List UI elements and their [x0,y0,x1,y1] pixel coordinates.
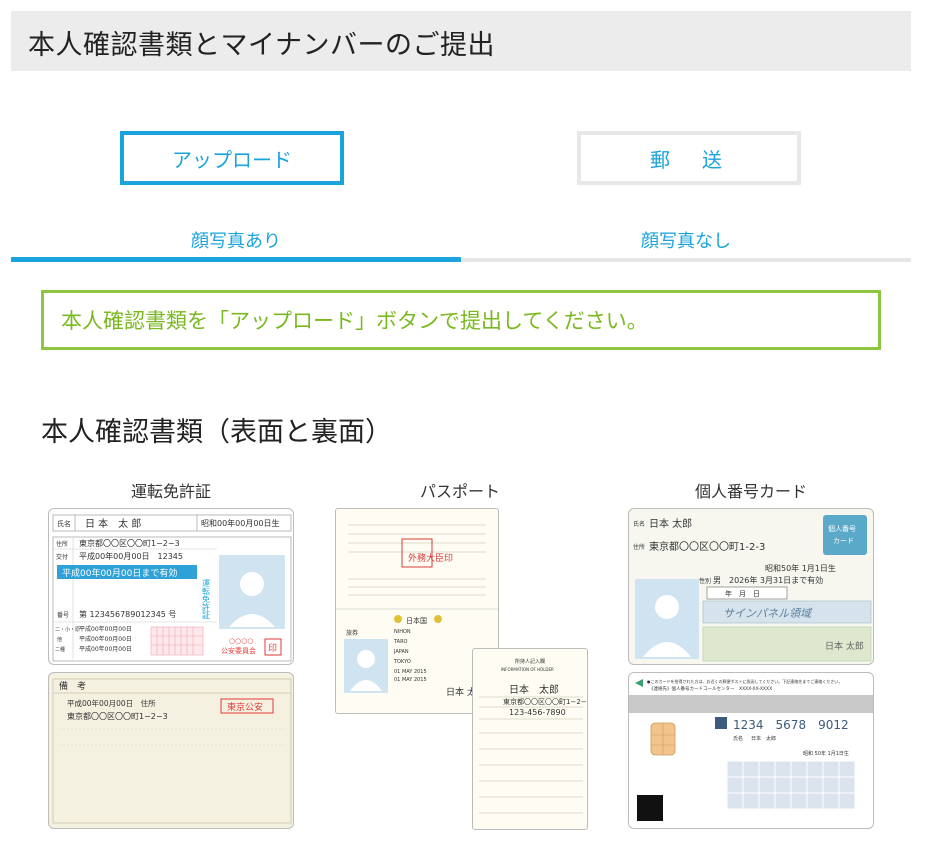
section-title: 本人確認書類（表面と裏面） [41,417,392,448]
mynumber-address-label: 住所 [633,543,645,551]
mynumber-birth: 昭和50年 1月1日生 [765,563,836,573]
mynumber-front-illustration: 氏名 日本 太郎 住所 東京都〇〇区〇〇町1-2-3 個人番号 カード 昭和50… [633,515,872,662]
upload-mode-button[interactable]: アップロード [120,131,344,185]
mynumber-number: 1234 5678 9012 [733,718,849,732]
license-address-label: 住所 [56,540,68,548]
passport-field4: TOKYO [393,659,411,665]
passport-field2: NIHON [394,629,411,635]
license-back-line2: 東京都〇〇区〇〇町1−2−3 [67,711,168,721]
license-address: 東京都〇〇区〇〇町1−2−3 [79,538,180,548]
license-name-label: 氏名 [57,519,71,528]
upload-notice: 本人確認書類を「アップロード」ボタンで提出してください。 [41,290,881,350]
page-header: 本人確認書類とマイナンバーのご提出 [11,11,911,71]
mynumber-sex-label: 性別 [699,577,711,585]
license-birth: 昭和00年00月00日生 [201,518,280,528]
license-commission: 公安委員会 [221,646,256,655]
doc-label-passport: パスポート [419,482,500,501]
mynumber-back-notice2: 《連絡先》個人番号カードコールセンター XXXX-XX-XXXX [649,685,772,692]
license-front-illustration: 氏名 日 本 太 郎 昭和00年00月00日生 住所 東京都〇〇区〇〇町1−2−… [52,514,292,662]
passport-info-illustration: 所持人記入欄 INFORMATION OF HOLDER 日本 太郎 東京都〇〇… [479,658,588,814]
mynumber-badge-line1: 個人番号 [828,524,856,533]
license-back-card: 備 考 平成00年00月00日 住所 東京都〇〇区〇〇町1−2−3 東京公安 [48,672,294,829]
license-row1-label: 二・小・原 [55,626,80,633]
license-row2-date: 平成00年00月00日 [79,635,132,643]
mail-mode-button[interactable]: 郵 送 [577,131,801,185]
passport-page-name: 日本 太郎 [509,683,559,696]
mynumber-back-notice1: ●このカードを拾得された方は、お近くの郵便ポストに投函してください。下記連絡先ま… [647,678,842,684]
license-row1-date: 平成00年00月00日 [79,625,132,633]
passport-nation: 日本国 [406,616,427,625]
license-back-stamp: 東京公安 [227,701,263,713]
passport-stamp: 外務大臣印 [408,552,453,564]
mynumber-back-name: 日本 太郎 [751,735,776,742]
passport-field6: 01 MAY 2015 [394,677,427,683]
passport-page-title: 所持人記入欄 [515,658,545,665]
passport-field1-label: 旅券 [346,629,358,637]
tab-with-photo[interactable]: 顔写真あり [11,222,461,258]
mynumber-sign-panel: サインパネル領域 [723,607,813,620]
passport-info-page: 所持人記入欄 INFORMATION OF HOLDER 日本 太郎 東京都〇〇… [472,648,588,830]
mynumber-back-birth: 昭和 50年 1月1日生 [803,750,849,757]
license-number-label: 番号 [57,612,69,619]
mynumber-sex-validity: 男 2026年 3月31日まで有効 [713,575,823,585]
license-name: 日 本 太 郎 [85,517,141,530]
passport-field3: JAPAN [393,649,409,655]
license-back-line1: 平成00年00月00日 住所 [67,698,156,708]
license-back-remarks-label: 備 考 [59,680,86,692]
mynumber-address: 東京都〇〇区〇〇町1-2-3 [649,540,765,553]
doc-label-mynumber: 個人番号カード [694,482,807,501]
license-front-card: 氏名 日 本 太 郎 昭和00年00月00日生 住所 東京都〇〇区〇〇町1−2−… [48,508,294,665]
upload-notice-text: 本人確認書類を「アップロード」ボタンで提出してください。 [61,309,648,333]
passport-page-subtitle: INFORMATION OF HOLDER [501,667,554,672]
page-title: 本人確認書類とマイナンバーのご提出 [28,30,495,61]
license-vertical-label: 運転免許証 [202,579,211,620]
mynumber-date-box: 年 月 日 [725,589,760,598]
license-issue-label: 交付 [56,553,68,561]
license-number: 第 123456789012345 号 [79,609,176,619]
mynumber-back-card: ●このカードを拾得された方は、お近くの郵便ポストに投函してください。下記連絡先ま… [628,672,874,829]
mynumber-name: 日本 太郎 [649,517,692,530]
mynumber-badge-line2: カード [833,537,854,545]
license-seal: 印 [268,642,277,654]
tab-without-photo[interactable]: 顔写真なし [461,222,911,258]
doc-label-license: 運転免許証 [130,482,211,501]
mynumber-back-illustration: ●このカードを拾得された方は、お近くの郵便ポストに投函してください。下記連絡先ま… [629,678,873,821]
license-row3-label: 二種 [55,646,65,653]
license-commission-dots: ○○○○ [229,637,253,645]
mynumber-back-name-label: 氏名 [733,735,743,742]
mynumber-name-label: 氏名 [633,520,645,528]
mynumber-front-card: 氏名 日本 太郎 住所 東京都〇〇区〇〇町1-2-3 個人番号 カード 昭和50… [628,508,874,665]
tab-active-indicator [11,257,461,262]
mynumber-sign-name: 日本 太郎 [825,640,864,652]
passport-field5: 01 MAY 2015 [394,669,427,675]
passport-page-address: 東京都〇〇区〇〇町1−2−3 [503,697,588,706]
license-row3-date: 平成00年00月00日 [79,645,132,653]
license-validity: 平成00年00月00日まで有効 [62,567,177,579]
passport-page-phone: 123-456-7890 [509,708,566,717]
license-row2-label: 他 [57,636,62,643]
passport-field1: TARO [393,639,408,645]
license-issue: 平成00年00月00日 12345 [79,551,183,561]
license-back-illustration: 備 考 平成00年00月00日 住所 東京都〇〇区〇〇町1−2−3 東京公安 [52,678,292,824]
